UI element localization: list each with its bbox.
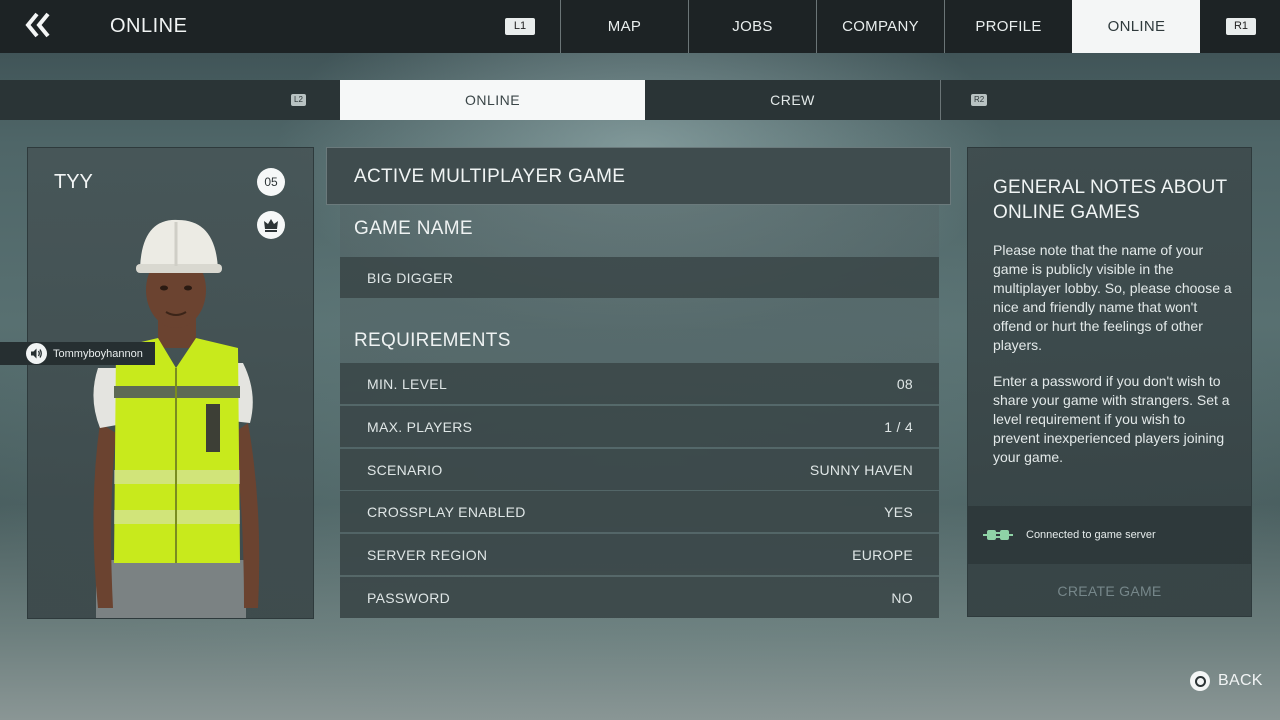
- game-name-field[interactable]: BIG DIGGER: [340, 257, 939, 298]
- subtab-crew[interactable]: CREW: [645, 80, 941, 120]
- setting-row-password[interactable]: PASSWORD NO: [340, 577, 939, 618]
- top-navigation-bar: ONLINE L1 MAP JOBS COMPANY PROFILE ONLIN…: [0, 0, 1280, 53]
- tab-online[interactable]: ONLINE: [1072, 0, 1200, 53]
- back-label: BACK: [1218, 672, 1263, 689]
- create-game-button[interactable]: CREATE GAME: [968, 566, 1251, 616]
- double-chevron-left-icon[interactable]: [24, 10, 52, 40]
- main-tabs: MAP JOBS COMPANY PROFILE ONLINE: [560, 0, 1200, 53]
- active-game-title: ACTIVE MULTIPLAYER GAME: [354, 166, 626, 187]
- r2-trigger-hint: R2: [971, 94, 988, 106]
- setting-value: SUNNY HAVEN: [809, 461, 913, 478]
- notes-panel: GENERAL NOTES ABOUT ONLINE GAMES Please …: [967, 147, 1252, 617]
- voice-chat-tag: Tommyboyhannon: [0, 342, 155, 365]
- notes-paragraph: Enter a password if you don't wish to sh…: [993, 373, 1230, 465]
- notes-paragraph: Please note that the name of your game i…: [993, 242, 1232, 353]
- setting-row-scenario[interactable]: SCENARIO SUNNY HAVEN: [340, 449, 939, 490]
- requirements-heading: REQUIREMENTS: [354, 330, 511, 351]
- game-name-value: BIG DIGGER: [367, 269, 454, 286]
- setting-row-max-players[interactable]: MAX. PLAYERS 1 / 4: [340, 406, 939, 447]
- server-status: Connected to game server: [968, 506, 1251, 564]
- subtab-online[interactable]: ONLINE: [340, 80, 645, 120]
- setting-label: MIN. LEVEL: [367, 375, 448, 392]
- setting-row-min-level[interactable]: MIN. LEVEL 08: [340, 363, 939, 404]
- r1-shoulder-hint: R1: [1226, 18, 1256, 35]
- tab-company[interactable]: COMPANY: [816, 0, 944, 53]
- active-game-header: ACTIVE MULTIPLAYER GAME: [326, 147, 951, 205]
- player-avatar: [58, 208, 298, 618]
- setting-value: NO: [891, 589, 913, 606]
- l1-shoulder-hint: L1: [505, 18, 535, 35]
- setting-row-crossplay[interactable]: CROSSPLAY ENABLED YES: [340, 491, 939, 532]
- plug-connected-icon: [983, 530, 1013, 540]
- l2-trigger-hint: L2: [291, 94, 306, 106]
- circle-button-icon: [1190, 671, 1210, 691]
- setting-value: 08: [896, 375, 913, 392]
- tab-jobs[interactable]: JOBS: [688, 0, 816, 53]
- player-panel: TYY 05: [27, 147, 314, 619]
- setting-label: PASSWORD: [367, 589, 451, 606]
- player-name: TYY: [54, 171, 93, 193]
- setting-value: YES: [884, 503, 913, 520]
- sub-navigation-bar: L2 ONLINE CREW R2: [0, 80, 1280, 120]
- game-settings-panel: GAME NAME BIG DIGGER REQUIREMENTS MIN. L…: [340, 205, 939, 618]
- game-name-heading: GAME NAME: [354, 218, 473, 239]
- speaker-icon: [26, 343, 47, 364]
- back-hint[interactable]: BACK: [1190, 671, 1263, 691]
- setting-label: CROSSPLAY ENABLED: [367, 503, 526, 520]
- notes-title: GENERAL NOTES ABOUT ONLINE GAMES: [993, 177, 1227, 223]
- setting-value: 1 / 4: [884, 418, 913, 435]
- setting-label: MAX. PLAYERS: [367, 418, 473, 435]
- setting-label: SERVER REGION: [367, 546, 488, 563]
- level-badge: 05: [257, 168, 285, 196]
- setting-label: SCENARIO: [367, 461, 443, 478]
- setting-value: EUROPE: [852, 546, 913, 563]
- server-status-text: Connected to game server: [1026, 529, 1156, 541]
- voice-username: Tommyboyhannon: [53, 347, 143, 360]
- setting-row-server-region[interactable]: SERVER REGION EUROPE: [340, 534, 939, 575]
- page-title: ONLINE: [110, 15, 188, 37]
- tab-profile[interactable]: PROFILE: [944, 0, 1072, 53]
- tab-map[interactable]: MAP: [560, 0, 688, 53]
